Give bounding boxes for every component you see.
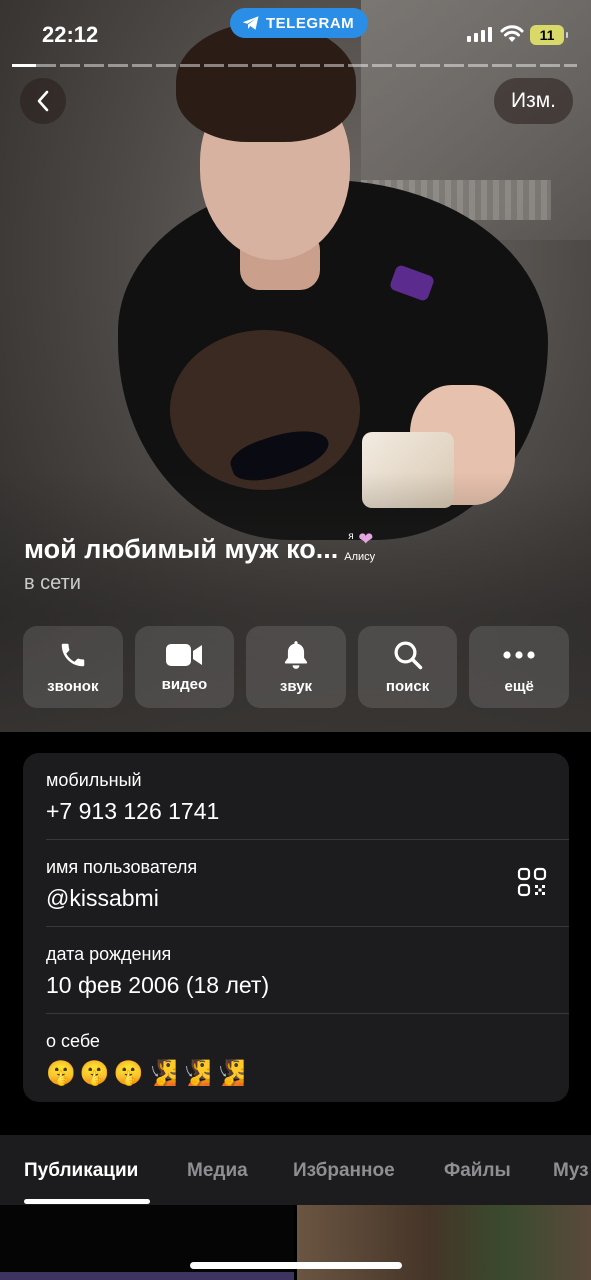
mobile-value[interactable]: +7 913 126 1741 (46, 798, 219, 825)
sound-button-label: звук (279, 677, 313, 695)
birthday-value: 10 фев 2006 (18 лет) (46, 972, 270, 998)
sound-button[interactable]: звук (246, 626, 346, 708)
tab-music[interactable]: Муз (553, 1160, 589, 1182)
mobile-label: мобильный (46, 770, 142, 790)
birthday-row[interactable]: дата рождения 10 фев 2006 (18 лет) (23, 927, 569, 1014)
username-value[interactable]: @kissabmi (46, 885, 159, 912)
status-time: 22:12 (42, 22, 99, 47)
username-label: имя пользователя (46, 857, 198, 877)
about-label: о себе (46, 1031, 100, 1051)
search-button[interactable]: поиск (357, 626, 458, 708)
mobile-row[interactable]: мобильный +7 913 126 1741 (23, 753, 569, 840)
deaf-person-emoji: 🧏 (147, 1060, 178, 1087)
call-button[interactable]: звонок (23, 626, 123, 708)
media-tabs: Публикации Медиа Избранное Файлы Муз (0, 1135, 591, 1205)
shushing-face-emoji: 🤫 (113, 1060, 144, 1087)
profile-name-row: мой любимый муж ко... я ❤ Алису (24, 529, 384, 567)
back-button[interactable] (20, 78, 66, 124)
search-icon (394, 641, 422, 669)
shushing-face-emoji: 🤫 (79, 1060, 110, 1087)
emoji-status-text-top: я (348, 531, 354, 542)
birthday-label: дата рождения (46, 944, 172, 964)
tab-posts[interactable]: Публикации (24, 1160, 138, 1182)
wifi-icon (500, 25, 524, 42)
active-tab-indicator (24, 1199, 150, 1204)
more-dots-icon (503, 650, 535, 659)
bell-icon (284, 640, 308, 669)
shushing-face-emoji: 🤫 (46, 1060, 76, 1087)
deaf-person-emoji: 🧏 (181, 1060, 212, 1087)
search-button-label: поиск (385, 677, 430, 695)
edit-button[interactable]: Изм. (494, 78, 573, 124)
chevron-left-icon (37, 90, 49, 112)
status-bar: 22:12 TELEGRAM 11 (0, 0, 591, 60)
home-indicator[interactable] (190, 1262, 402, 1269)
cellular-signal-icon (467, 27, 492, 42)
emoji-status-text-bottom: Алису (344, 551, 376, 563)
story-progress-bar (12, 64, 577, 67)
tab-saved[interactable]: Избранное (293, 1160, 395, 1182)
telegram-plane-icon (242, 16, 259, 30)
more-button-label: ещё (504, 677, 534, 695)
qr-code-icon[interactable] (517, 867, 547, 897)
tab-media[interactable]: Медиа (187, 1160, 248, 1182)
deaf-person-emoji: 🧏 (215, 1060, 246, 1087)
tab-files[interactable]: Файлы (444, 1160, 511, 1182)
heart-icon: ❤ (358, 529, 374, 549)
about-emojis: 🤫 🤫 🤫 🧏 🧏 🧏 (46, 1059, 245, 1088)
info-card: мобильный +7 913 126 1741 имя пользовате… (23, 753, 569, 1102)
more-button[interactable]: ещё (469, 626, 569, 708)
telegram-pill-label: TELEGRAM (266, 14, 355, 32)
online-status: в сети (24, 572, 81, 594)
video-camera-icon (166, 643, 203, 666)
username-row[interactable]: имя пользователя @kissabmi (23, 840, 569, 927)
about-row: о себе 🤫 🤫 🤫 🧏 🧏 🧏 (23, 1014, 569, 1101)
telegram-pill[interactable]: TELEGRAM (230, 8, 369, 38)
battery-icon: 11 (530, 25, 568, 45)
video-button[interactable]: видео (134, 626, 235, 708)
action-buttons: звонок видео звук поиск ещё (23, 626, 569, 708)
profile-name: мой любимый муж ко... (24, 533, 339, 564)
video-button-label: видео (161, 675, 208, 693)
call-button-label: звонок (47, 677, 99, 695)
phone-icon (61, 643, 85, 666)
emoji-status[interactable]: я ❤ Алису (344, 529, 384, 567)
